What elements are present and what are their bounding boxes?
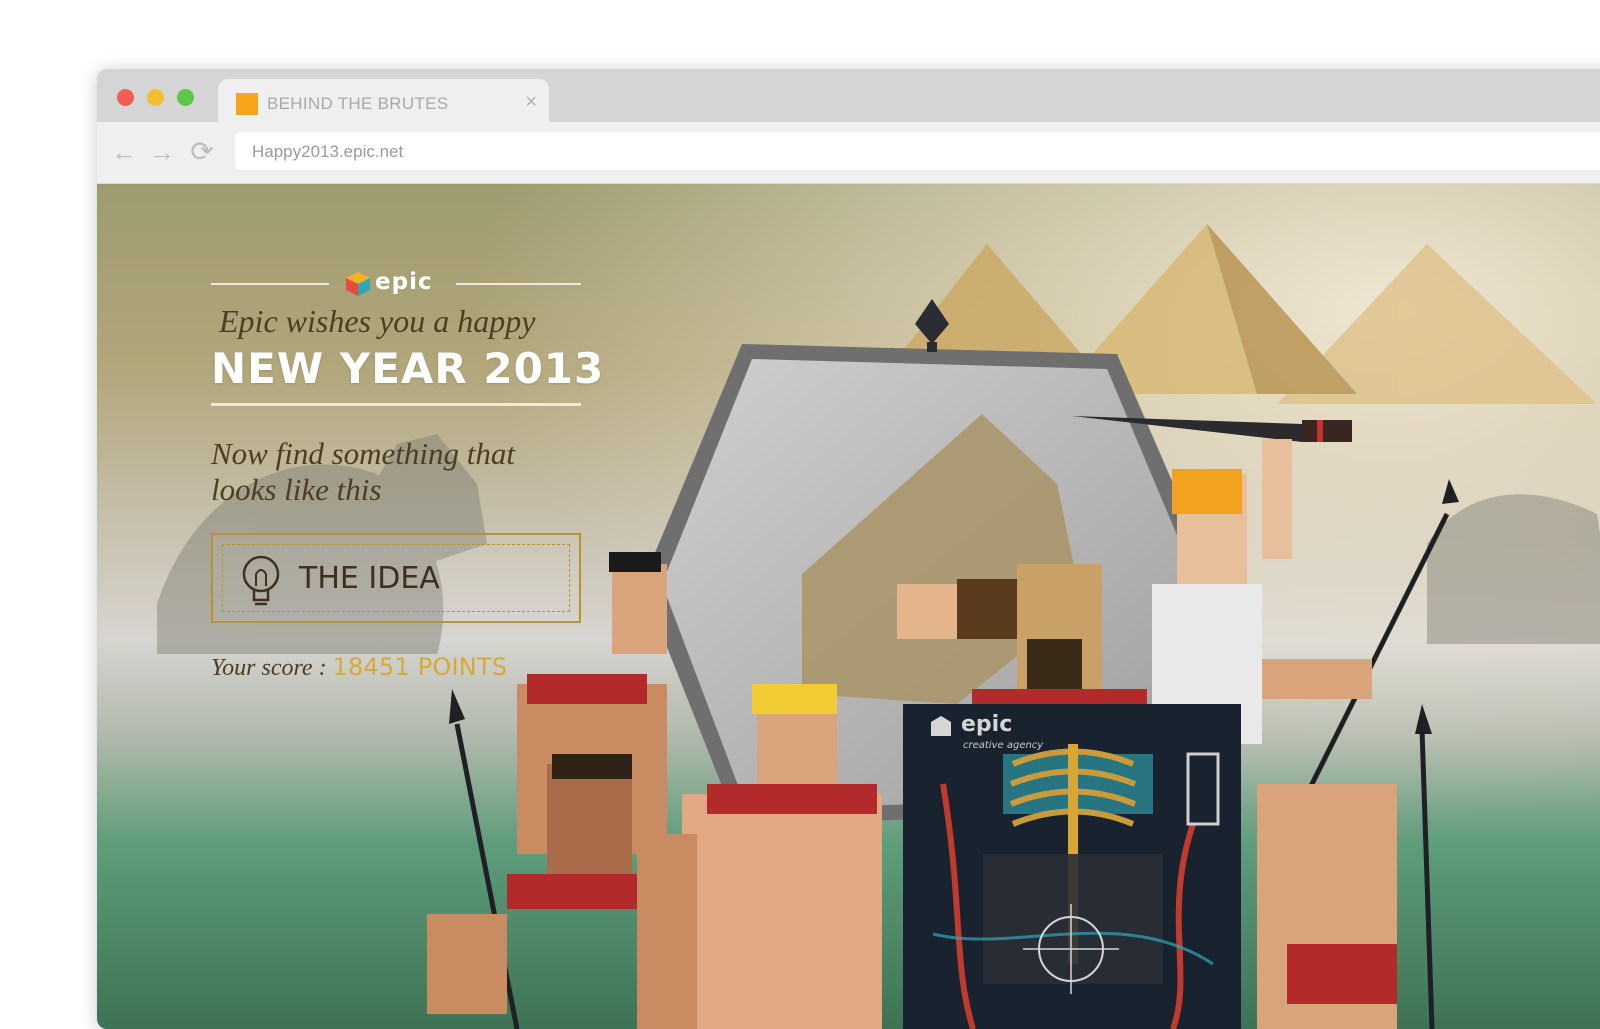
divider xyxy=(211,403,581,406)
browser-tab[interactable]: BEHIND THE BRUTES × xyxy=(218,79,549,124)
the-idea-button[interactable]: THE IDEA xyxy=(211,533,581,623)
address-url: Happy2013.epic.net xyxy=(252,142,404,161)
epic-poster[interactable]: epic creative agency xyxy=(903,704,1241,1029)
address-bar[interactable]: Happy2013.epic.net xyxy=(235,132,1600,170)
close-window-button[interactable] xyxy=(117,89,134,106)
divider xyxy=(456,283,581,285)
browser-toolbar: ← → ⟳ Happy2013.epic.net xyxy=(97,122,1600,184)
poster-logo-text: epic xyxy=(961,712,1013,737)
tab-title: BEHIND THE BRUTES xyxy=(267,94,449,113)
greeting: Epic wishes you a happy xyxy=(219,303,536,339)
score-line: Your score : 18451 POINTS xyxy=(211,653,581,682)
tab-close-icon[interactable]: × xyxy=(525,92,537,112)
lightbulb-icon xyxy=(242,555,280,606)
forward-arrow-icon[interactable]: → xyxy=(147,137,177,167)
headline: NEW YEAR 2013 xyxy=(211,344,605,393)
find-prompt: Now find something that looks like this xyxy=(211,436,515,507)
tab-strip: BEHIND THE BRUTES × xyxy=(97,69,1600,124)
reload-icon[interactable]: ⟳ xyxy=(187,137,217,167)
epic-logo-icon xyxy=(346,272,370,296)
divider xyxy=(211,283,329,285)
game-viewport[interactable]: epic Epic wishes you a happy NEW YEAR 20… xyxy=(97,184,1600,1029)
skeleton-artwork xyxy=(903,704,1241,1029)
epic-logo-text: epic xyxy=(375,269,433,295)
back-arrow-icon[interactable]: ← xyxy=(109,137,139,167)
score-value: 18451 POINTS xyxy=(332,653,508,681)
maximize-window-button[interactable] xyxy=(177,89,194,106)
hud-panel: epic Epic wishes you a happy NEW YEAR 20… xyxy=(211,267,605,682)
the-idea-label: THE IDEA xyxy=(299,561,440,596)
epic-logo: epic xyxy=(211,267,581,301)
favicon-icon xyxy=(236,93,258,115)
minimize-window-button[interactable] xyxy=(147,89,164,106)
poster-tagline: creative agency xyxy=(963,740,1044,751)
score-label: Your score : xyxy=(211,655,327,681)
browser-window: BEHIND THE BRUTES × ← → ⟳ Happy2013.epic… xyxy=(97,69,1600,1029)
